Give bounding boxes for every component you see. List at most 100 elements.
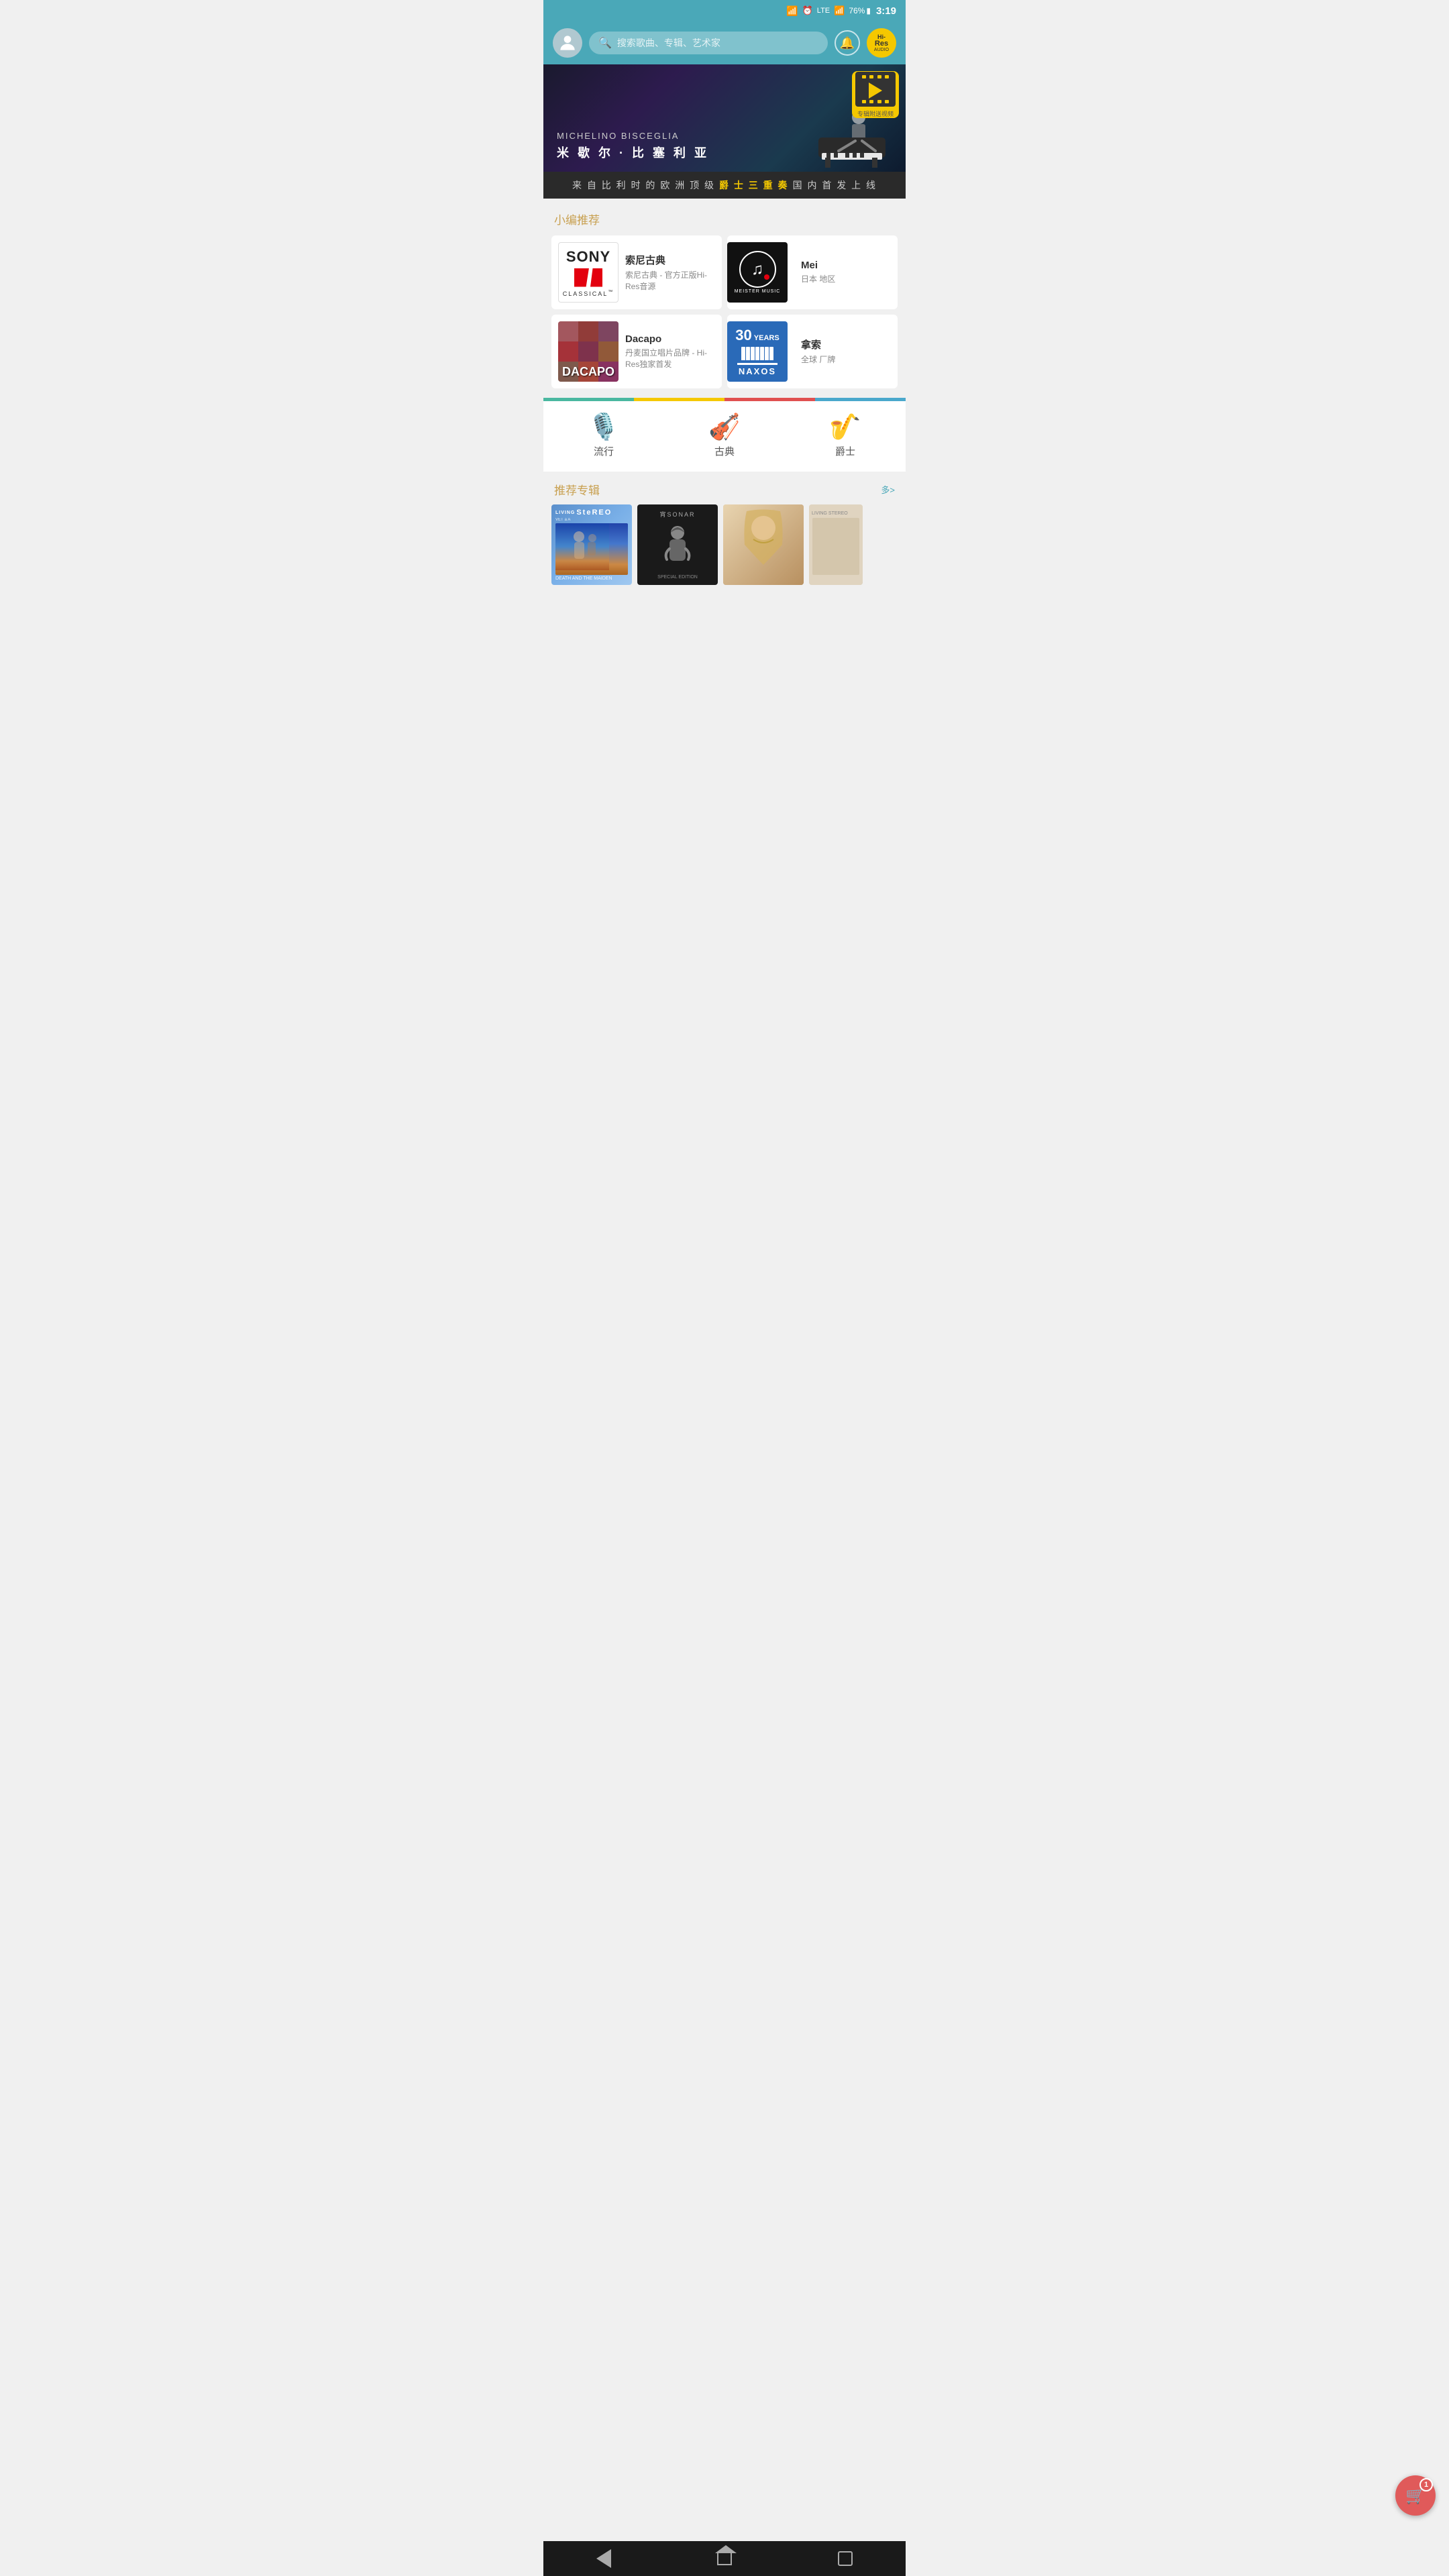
pop-label: 流行 bbox=[594, 444, 614, 458]
sony-logo: SONY CLASSICAL™ bbox=[558, 242, 619, 303]
genre-section: 🎙️ 流行 🎻 古典 🎷 爵士 bbox=[543, 401, 906, 472]
genre-classical[interactable]: 🎻 古典 bbox=[708, 415, 740, 458]
recent-icon bbox=[838, 2551, 853, 2566]
color-seg-2 bbox=[634, 398, 724, 401]
home-icon bbox=[717, 2552, 732, 2565]
ls-living-text: LIVING bbox=[555, 511, 575, 515]
naxos-card-title: 拿索 bbox=[801, 337, 891, 352]
album-4-artwork: LIVING STEREO bbox=[809, 504, 863, 585]
albums-row: LIVING SteREO VET a A bbox=[543, 504, 906, 585]
genre-pop[interactable]: 🎙️ 流行 bbox=[588, 415, 619, 458]
editor-pick-title: 小编推荐 bbox=[543, 208, 906, 235]
notification-button[interactable]: 🔔 bbox=[835, 30, 860, 56]
ls-label-1: VET bbox=[555, 518, 564, 522]
color-seg-3 bbox=[724, 398, 815, 401]
meister-circle: ♫ bbox=[739, 251, 776, 288]
ls-artwork bbox=[555, 523, 628, 575]
status-icons: 📶 ⏰ LTE 📶 76% ▮ bbox=[786, 5, 871, 17]
naxos-col-1 bbox=[741, 347, 745, 360]
subtitle-highlight: 爵 士 三 重 奏 bbox=[719, 178, 789, 192]
meister-logo: ♫ MEISTER MUSIC bbox=[727, 242, 788, 303]
meister-card-title: Mei bbox=[801, 260, 891, 271]
subtitle-text-2: 国 内 首 发 上 线 bbox=[793, 178, 877, 192]
naxos-col-5 bbox=[760, 347, 764, 360]
album-3[interactable] bbox=[723, 504, 804, 585]
banner-text: MICHELINO BISCEGLIA 米 歇 尔 · 比 塞 利 亚 bbox=[557, 131, 709, 161]
cart-fab[interactable]: 🛒 1 bbox=[1395, 2475, 1436, 2516]
naxos-col-4 bbox=[755, 347, 759, 360]
status-bar: 📶 ⏰ LTE 📶 76% ▮ 3:19 bbox=[543, 0, 906, 21]
search-bar[interactable]: 🔍 bbox=[589, 32, 828, 54]
rec-more[interactable]: 多> bbox=[881, 483, 895, 496]
ls-labels: VET a A bbox=[555, 518, 628, 522]
album-living-stereo[interactable]: LIVING SteREO VET a A bbox=[551, 504, 632, 585]
nav-home-button[interactable] bbox=[704, 2541, 745, 2576]
sony-card-desc: 索尼古典 - 官方正版Hi-Res音源 bbox=[625, 270, 715, 292]
meister-card-desc: 日本 地区 bbox=[801, 274, 891, 285]
meister-card-info: Mei 日本 地区 bbox=[794, 253, 898, 292]
sonar-artwork: 宵SONAR SPECIAL EDITION bbox=[637, 504, 718, 585]
naxos-base bbox=[737, 363, 777, 365]
banner-background: MICHELINO BISCEGLIA 米 歇 尔 · 比 塞 利 亚 bbox=[543, 64, 906, 172]
video-icon-box[interactable]: 专辑附送视频 bbox=[852, 71, 899, 118]
meister-card[interactable]: ♫ MEISTER MUSIC Mei 日本 地区 bbox=[727, 235, 898, 309]
user-avatar[interactable] bbox=[553, 28, 582, 58]
hires-badge[interactable]: Hi- Res AUDIO bbox=[867, 28, 896, 58]
living-stereo-artwork: LIVING SteREO VET a A bbox=[551, 504, 632, 585]
sonar-sublabel: SPECIAL EDITION bbox=[657, 575, 698, 580]
pop-icon: 🎙️ bbox=[588, 415, 619, 440]
naxos-30: 30 bbox=[735, 327, 751, 344]
naxos-card[interactable]: 30 YEARS NAXOS 拿索 全球 厂牌 bbox=[727, 315, 898, 388]
genre-jazz[interactable]: 🎷 爵士 bbox=[829, 415, 861, 458]
sony-card[interactable]: SONY CLASSICAL™ 索尼古典 索尼古典 - 官方正版Hi-Res音源 bbox=[551, 235, 722, 309]
red-dot bbox=[764, 274, 769, 280]
flag-piece-2 bbox=[590, 268, 602, 287]
search-icon: 🔍 bbox=[598, 36, 612, 50]
signal-icon: 📶 bbox=[834, 5, 845, 16]
bluetooth-icon: 📶 bbox=[786, 5, 798, 17]
film-holes-bottom bbox=[857, 99, 894, 105]
naxos-top: 30 YEARS bbox=[735, 327, 779, 344]
sonar-label: 宵SONAR bbox=[659, 510, 695, 519]
album-sonar[interactable]: 宵SONAR SPECIAL EDITION bbox=[637, 504, 718, 585]
nav-recent-button[interactable] bbox=[825, 2541, 865, 2576]
artist-name-cn: 米 歇 尔 · 比 塞 利 亚 bbox=[557, 144, 709, 161]
video-label: 专辑附送视频 bbox=[857, 109, 894, 118]
jazz-label: 爵士 bbox=[835, 444, 855, 458]
dacapo-logo: DACAPO bbox=[558, 321, 619, 382]
color-bar bbox=[543, 398, 906, 401]
classical-label: 古典 bbox=[714, 444, 735, 458]
ls-logo-bar: LIVING SteREO bbox=[555, 508, 628, 517]
sony-card-title: 索尼古典 bbox=[625, 253, 715, 267]
ls-stereo-text: SteREO bbox=[576, 508, 612, 517]
classical-text: CLASSICAL™ bbox=[563, 290, 614, 297]
naxos-card-info: 拿索 全球 厂牌 bbox=[794, 331, 898, 372]
alarm-icon: ⏰ bbox=[802, 5, 813, 16]
play-icon bbox=[869, 83, 882, 99]
sony-text: SONY bbox=[566, 248, 610, 266]
sony-flag bbox=[574, 268, 602, 287]
dacapo-card[interactable]: DACAPO Dacapo 丹麦国立唱片品牌 - Hi-Res独家首发 bbox=[551, 315, 722, 388]
cards-grid: SONY CLASSICAL™ 索尼古典 索尼古典 - 官方正版Hi-Res音源… bbox=[543, 235, 906, 388]
dacapo-card-info: Dacapo 丹麦国立唱片品牌 - Hi-Res独家首发 bbox=[625, 333, 715, 370]
naxos-col-3 bbox=[751, 347, 755, 360]
search-input[interactable] bbox=[617, 38, 818, 48]
banner: MICHELINO BISCEGLIA 米 歇 尔 · 比 塞 利 亚 bbox=[543, 64, 906, 199]
ls-album-subtitle: DEATH AND THE MAIDEN bbox=[555, 576, 628, 581]
artist-name-en: MICHELINO BISCEGLIA bbox=[557, 131, 709, 141]
lte-icon: LTE bbox=[817, 7, 830, 15]
color-seg-1 bbox=[543, 398, 634, 401]
naxos-columns bbox=[741, 347, 773, 360]
album-4[interactable]: LIVING STEREO bbox=[809, 504, 863, 585]
naxos-col-7 bbox=[769, 347, 773, 360]
classical-icon: 🎻 bbox=[708, 415, 740, 440]
banner-subtitle: 来 自 比 利 时 的 欧 洲 顶 级 爵 士 三 重 奏 国 内 首 发 上 … bbox=[543, 172, 906, 199]
nav-back-button[interactable] bbox=[584, 2541, 624, 2576]
clock-display: 3:19 bbox=[876, 5, 896, 17]
back-icon bbox=[596, 2549, 611, 2568]
genre-items: 🎙️ 流行 🎻 古典 🎷 爵士 bbox=[543, 415, 906, 458]
dacapo-card-title: Dacapo bbox=[625, 333, 715, 345]
naxos-name: NAXOS bbox=[739, 366, 776, 376]
music-note-icon: ♫ bbox=[751, 260, 763, 279]
avatar-icon bbox=[557, 32, 578, 54]
